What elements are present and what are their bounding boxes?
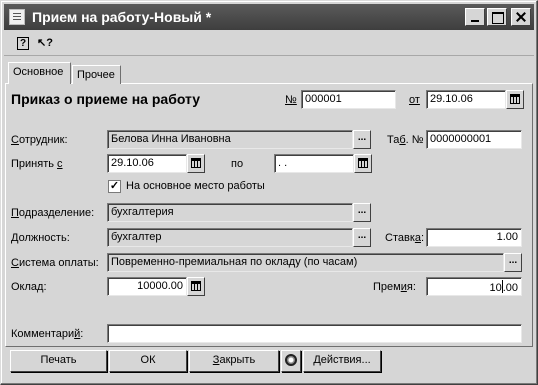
pay-system-field[interactable]: Повременно-премиальная по окладу (по час… [107, 253, 504, 272]
ok-button[interactable]: ОК [109, 350, 187, 372]
help-icon[interactable]: ? [14, 35, 32, 53]
document-date-field[interactable]: 29.10.06 [426, 90, 506, 109]
order-heading: Приказ о приеме на работу [11, 91, 201, 107]
select-pay-system-button[interactable]: ... [504, 253, 522, 272]
tab-main[interactable]: Основное [8, 62, 71, 84]
hire-to-label: по [231, 158, 244, 170]
position-label: Должность: [11, 232, 70, 244]
maximize-icon[interactable] [487, 8, 507, 26]
select-employee-button[interactable]: ... [353, 130, 371, 149]
number-field[interactable]: 000001 [301, 90, 396, 109]
bonus-field[interactable]: 10.00 [426, 277, 522, 296]
print-button[interactable]: Печать [10, 350, 107, 372]
context-help-icon[interactable]: ↖? [36, 35, 54, 53]
position-field[interactable]: бухгалтер [107, 228, 353, 247]
close-icon[interactable] [511, 8, 531, 26]
document-window: Прием на работу-Новый * ? ↖? Основное Пр… [0, 0, 538, 385]
bonus-value: 10 [489, 282, 502, 294]
hire-to-field[interactable]: . . [274, 154, 354, 173]
tab-number-field[interactable]: 0000000001 [426, 130, 522, 149]
help-icon-glyph: ? [17, 37, 29, 50]
select-position-button[interactable]: ... [353, 228, 371, 247]
document-icon [9, 9, 25, 25]
salary-label: Оклад: [11, 281, 47, 293]
window-title: Прием на работу-Новый * [32, 9, 212, 25]
calendar-icon[interactable] [187, 154, 205, 173]
department-field[interactable]: бухгалтерия [107, 203, 353, 222]
calculator-icon[interactable] [187, 277, 205, 296]
main-place-checkbox[interactable]: ✓ [108, 180, 121, 193]
rate-label: Ставка: [385, 232, 425, 244]
bonus-label: Премия: [373, 281, 416, 293]
comment-label: Комментарий: [11, 328, 84, 340]
employee-label: Сотрудник: [11, 134, 68, 146]
close-button[interactable]: Закрыть [189, 350, 279, 372]
hire-from-field[interactable]: 29.10.06 [107, 154, 187, 173]
number-label: № [285, 94, 297, 106]
employee-field[interactable]: Белова Инна Ивановна [107, 130, 353, 149]
minimize-icon[interactable] [465, 8, 485, 26]
salary-field[interactable]: 10000.00 [107, 277, 187, 296]
tab-other[interactable]: Прочее [72, 65, 121, 84]
bonus-value-decimals: .00 [502, 282, 518, 294]
pay-system-label: Система оплаты: [11, 257, 99, 269]
toolbar: ? ↖? [4, 32, 534, 56]
rate-field[interactable]: 1.00 [426, 228, 522, 247]
date-from-label: от [409, 94, 420, 106]
title-bar[interactable]: Прием на работу-Новый * [4, 4, 534, 30]
tab-number-label: Таб. № [387, 134, 424, 146]
hire-from-label: Принять с [11, 158, 63, 170]
select-department-button[interactable]: ... [353, 203, 371, 222]
main-place-label: На основное место работы [126, 180, 265, 192]
structure-icon[interactable] [281, 350, 301, 372]
calendar-icon[interactable] [354, 154, 372, 173]
actions-button[interactable]: Действия... [303, 350, 381, 372]
comment-field[interactable] [107, 324, 522, 343]
calendar-icon[interactable] [506, 90, 524, 109]
department-label: Подразделение: [11, 207, 95, 219]
